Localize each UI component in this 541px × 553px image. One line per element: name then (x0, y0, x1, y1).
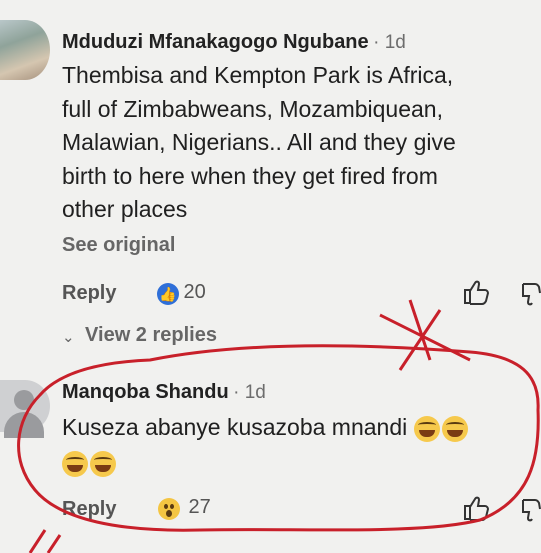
commenter-avatar[interactable] (0, 380, 50, 438)
chevron-down-icon: ⌄ (62, 328, 75, 346)
author-name[interactable]: Mduduzi Mfanakagogo Ngubane (62, 31, 369, 53)
thumbs-up-icon[interactable] (461, 278, 491, 306)
wow-icon (158, 497, 180, 520)
reply-button[interactable]: Reply (62, 498, 116, 521)
timestamp: · 1d (233, 382, 266, 403)
comment-text: Kuseza abanye kusazoba mnandi (62, 411, 532, 480)
reaction-summary[interactable]: 👍 20 (157, 281, 206, 305)
thumbs-up-icon[interactable] (461, 494, 491, 522)
commenter-avatar[interactable] (0, 20, 50, 80)
thumbs-down-icon[interactable] (520, 280, 541, 308)
comment-line: Thembisa and Kempton Park is Africa, (62, 62, 454, 88)
comment-line: other places (62, 196, 188, 222)
comment-text: Thembisa and Kempton Park is Africa, ful… (62, 59, 532, 227)
reaction-count: 27 (188, 496, 211, 518)
comment-line: full of Zimbabweans, Mozambiquean, (62, 95, 443, 122)
reaction-summary[interactable]: 27 (158, 496, 211, 520)
comment-header: Mduduzi Mfanakagogo Ngubane · 1d (62, 31, 406, 54)
laughing-emoji-icon (413, 415, 440, 442)
comment-line: Malawian, Nigerians.. All and they give (62, 129, 456, 155)
laughing-emoji-icon (441, 415, 468, 442)
comment-line: Kuseza abanye kusazoba mnandi (62, 414, 408, 440)
reaction-count: 20 (183, 281, 206, 303)
comment-line: birth to here when they get fired from (62, 162, 438, 189)
reply-button[interactable]: Reply (62, 282, 116, 305)
view-replies-link[interactable]: ⌄ View 2 replies (62, 324, 217, 347)
laughing-emoji-icon (62, 451, 88, 478)
timestamp: · 1d (373, 32, 406, 53)
laughing-emoji-icon (90, 451, 116, 478)
thumbs-down-icon[interactable] (520, 496, 541, 524)
author-name[interactable]: Manqoba Shandu (62, 381, 229, 403)
comment-header: Manqoba Shandu · 1d (62, 381, 266, 404)
see-original-link[interactable]: See original (62, 234, 175, 257)
like-icon: 👍 (157, 282, 179, 305)
view-replies-label: View 2 replies (85, 324, 217, 346)
